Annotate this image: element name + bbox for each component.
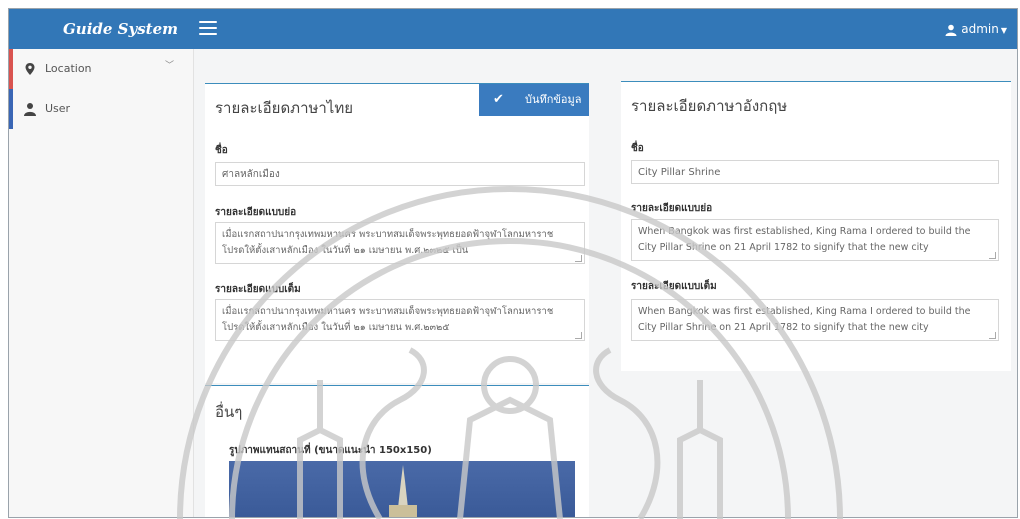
sidebar-item-label: User: [45, 102, 71, 115]
english-name-input[interactable]: City Pillar Shrine: [631, 160, 999, 184]
thai-name-input[interactable]: ศาลหลักเมือง: [215, 162, 585, 186]
image-label: รูปภาพแทนสถานที่ (ขนาดแนะนำ 150x150): [229, 445, 432, 456]
sidebar-item-label: Location: [45, 62, 92, 75]
short-description-label: รายละเอียดแบบย่อ: [631, 203, 713, 214]
resize-handle-icon[interactable]: [575, 332, 582, 339]
panel-header: รายละเอียดภาษาอังกฤษ: [621, 81, 1011, 124]
panel-title: รายละเอียดภาษาไทย: [215, 99, 354, 117]
brand-logo[interactable]: Guide System: [9, 9, 195, 49]
save-button-label: บันทึกข้อมูล: [525, 93, 582, 106]
textarea-text: When Bangkok was first established, King…: [638, 226, 971, 253]
user-menu[interactable]: admin ▼: [945, 9, 1007, 49]
menu-toggle-icon[interactable]: [199, 21, 217, 35]
user-name: admin: [961, 22, 999, 36]
textarea-text: เมื่อแรกสถาปนากรุงเทพมหานคร พระบาทสมเด็จ…: [222, 229, 554, 256]
english-short-description-textarea[interactable]: When Bangkok was first established, King…: [631, 219, 999, 261]
app-window: Guide System admin ▼ Location ﹀ User รายล…: [8, 8, 1018, 518]
textarea-text: เมื่อแรกสถาปนากรุงเทพมหานคร พระบาทสมเด็จ…: [222, 306, 554, 333]
sidebar-item-location[interactable]: Location ﹀: [9, 49, 193, 89]
user-icon: [945, 24, 957, 36]
resize-handle-icon[interactable]: [575, 255, 582, 262]
sidebar-item-accent: [9, 89, 13, 129]
chevron-down-icon: ﹀: [165, 61, 175, 71]
english-full-description-textarea[interactable]: When Bangkok was first established, King…: [631, 299, 999, 341]
check-icon: ✔: [493, 92, 504, 107]
place-image-preview[interactable]: [229, 461, 575, 517]
short-description-label: รายละเอียดแบบย่อ: [215, 207, 297, 218]
map-marker-icon: [25, 63, 35, 75]
user-icon: [24, 103, 36, 116]
thai-short-description-textarea[interactable]: เมื่อแรกสถาปนากรุงเทพมหานคร พระบาทสมเด็จ…: [215, 222, 585, 264]
panel-title: อื่นๆ: [215, 403, 243, 421]
textarea-text: When Bangkok was first established, King…: [638, 306, 971, 333]
shrine-spire-icon: [389, 465, 417, 517]
panel-title: รายละเอียดภาษาอังกฤษ: [631, 97, 788, 115]
sidebar-item-user[interactable]: User: [9, 89, 193, 129]
save-button[interactable]: ✔ บันทึกข้อมูล: [479, 84, 589, 116]
resize-handle-icon[interactable]: [989, 252, 996, 259]
panel-header: รายละเอียดภาษาไทย ✔ บันทึกข้อมูล: [205, 83, 589, 126]
name-label: ชื่อ: [631, 143, 644, 154]
caret-down-icon: ▼: [1000, 26, 1007, 35]
resize-handle-icon[interactable]: [989, 332, 996, 339]
sidebar: Location ﹀ User: [9, 49, 194, 517]
full-description-label: รายละเอียดแบบเต็ม: [215, 284, 301, 295]
name-label: ชื่อ: [215, 145, 228, 156]
thai-full-description-textarea[interactable]: เมื่อแรกสถาปนากรุงเทพมหานคร พระบาทสมเด็จ…: [215, 299, 585, 341]
thai-details-panel: รายละเอียดภาษาไทย ✔ บันทึกข้อมูล ชื่อ ศา…: [205, 83, 589, 383]
panel-header: อื่นๆ: [205, 385, 589, 428]
english-details-panel: รายละเอียดภาษาอังกฤษ ชื่อ City Pillar Sh…: [621, 81, 1011, 371]
full-description-label: รายละเอียดแบบเต็ม: [631, 281, 717, 292]
sidebar-item-accent: [9, 49, 13, 89]
top-navbar: Guide System admin ▼: [9, 9, 1017, 49]
